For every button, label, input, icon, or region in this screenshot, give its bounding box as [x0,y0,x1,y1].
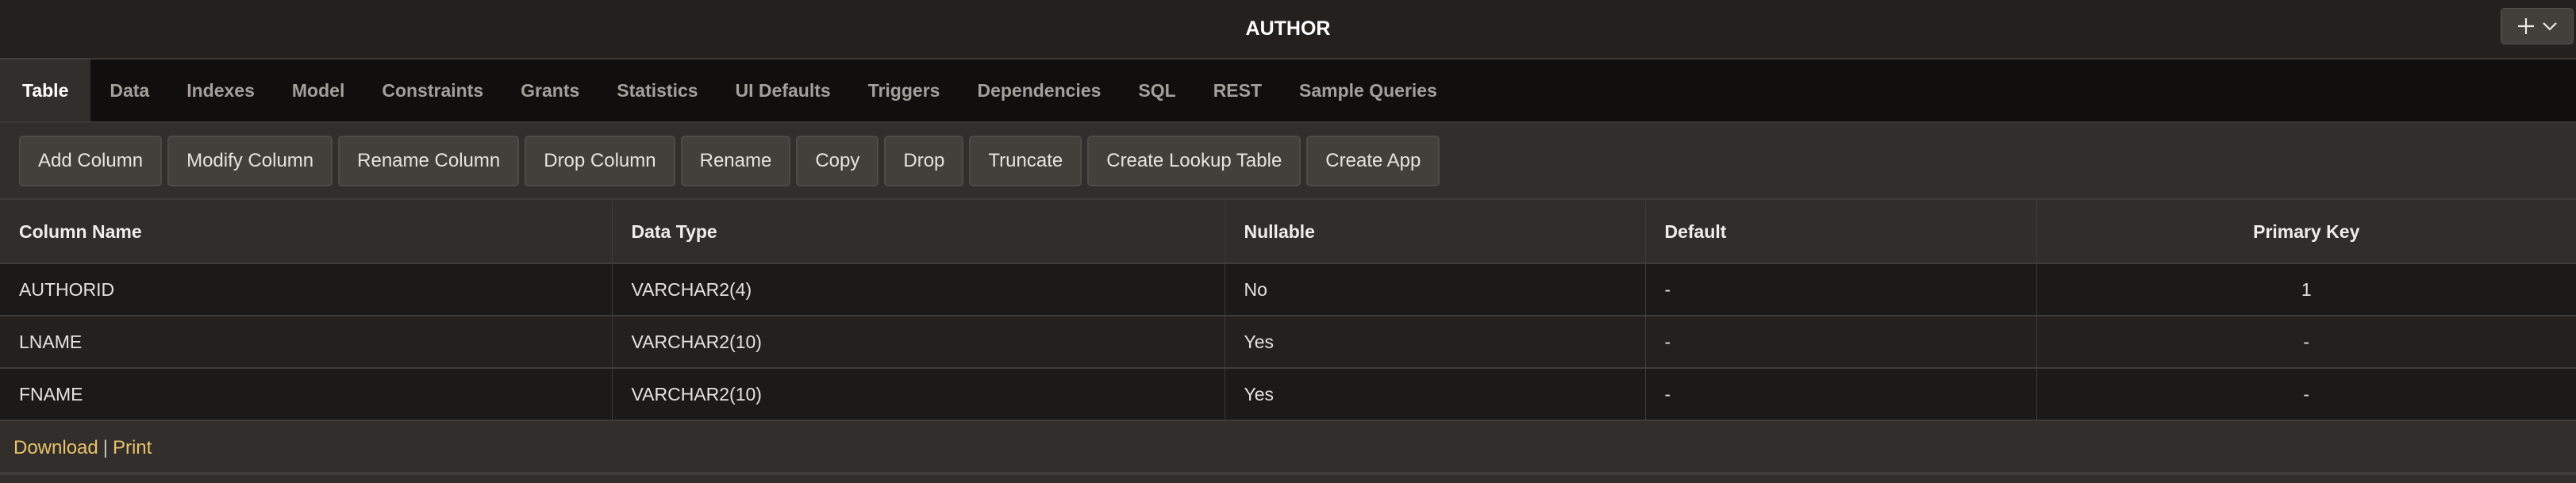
link-separator: | [102,437,108,458]
page-header: AUTHOR [0,0,2576,59]
truncate-button[interactable]: Truncate [969,135,1082,186]
tab-triggers[interactable]: Triggers [849,59,959,121]
tab-grants[interactable]: Grants [502,59,598,121]
cell-primary-key: 1 [2036,263,2576,316]
cell-data-type: VARCHAR2(10) [612,316,1225,369]
column-header-primary-key[interactable]: Primary Key [2036,201,2576,264]
tab-bar: Table Data Indexes Model Constraints Gra… [0,59,2576,123]
tab-sql[interactable]: SQL [1119,59,1194,121]
print-link[interactable]: Print [113,437,152,459]
cell-default: - [1645,263,2037,316]
tab-data[interactable]: Data [90,59,167,121]
add-menu-button[interactable] [2501,8,2574,44]
page-title: AUTHOR [1245,17,1331,40]
tab-dependencies[interactable]: Dependencies [958,59,1119,121]
cell-nullable: Yes [1225,316,1646,369]
table-row: FNAME VARCHAR2(10) Yes - - [0,368,2576,421]
tab-sample-queries[interactable]: Sample Queries [1280,59,1455,121]
cell-column-name: LNAME [0,316,613,369]
modify-column-button[interactable]: Modify Column [167,135,333,186]
report-footer: Download | Print [0,424,2576,475]
column-header-nullable[interactable]: Nullable [1225,201,1646,264]
rename-button[interactable]: Rename [680,135,791,186]
table-actions-toolbar: Add Column Modify Column Rename Column D… [0,123,2576,200]
column-header-column-name[interactable]: Column Name [0,201,613,264]
tab-ui-defaults[interactable]: UI Defaults [717,59,849,121]
cell-default: - [1645,368,2037,421]
cell-data-type: VARCHAR2(4) [612,263,1225,316]
tab-rest[interactable]: REST [1194,59,1280,121]
tab-table[interactable]: Table [0,59,91,121]
cell-default: - [1645,316,2037,369]
column-header-data-type[interactable]: Data Type [612,201,1225,264]
cell-nullable: No [1225,263,1646,316]
create-lookup-table-button[interactable]: Create Lookup Table [1087,135,1301,186]
create-app-button[interactable]: Create App [1306,135,1440,186]
table-header-row: Column Name Data Type Nullable Default P… [0,201,2576,264]
tab-statistics[interactable]: Statistics [598,59,716,121]
columns-table: Column Name Data Type Nullable Default P… [0,201,2576,421]
chevron-down-icon [2543,21,2557,31]
drop-button[interactable]: Drop [884,135,964,186]
cell-primary-key: - [2036,368,2576,421]
cell-nullable: Yes [1225,368,1646,421]
cell-column-name: FNAME [0,368,613,421]
column-header-default[interactable]: Default [1645,201,2037,264]
cell-column-name: AUTHORID [0,263,613,316]
tab-indexes[interactable]: Indexes [167,59,273,121]
cell-primary-key: - [2036,316,2576,369]
cell-data-type: VARCHAR2(10) [612,368,1225,421]
tab-model[interactable]: Model [273,59,363,121]
rename-column-button[interactable]: Rename Column [338,135,520,186]
tab-constraints[interactable]: Constraints [363,59,502,121]
copy-button[interactable]: Copy [796,135,879,186]
table-row: LNAME VARCHAR2(10) Yes - - [0,316,2576,369]
drop-column-button[interactable]: Drop Column [525,135,675,186]
plus-icon [2517,17,2535,35]
add-column-button[interactable]: Add Column [19,135,163,186]
download-link[interactable]: Download [13,437,98,459]
table-row: AUTHORID VARCHAR2(4) No - 1 [0,263,2576,316]
